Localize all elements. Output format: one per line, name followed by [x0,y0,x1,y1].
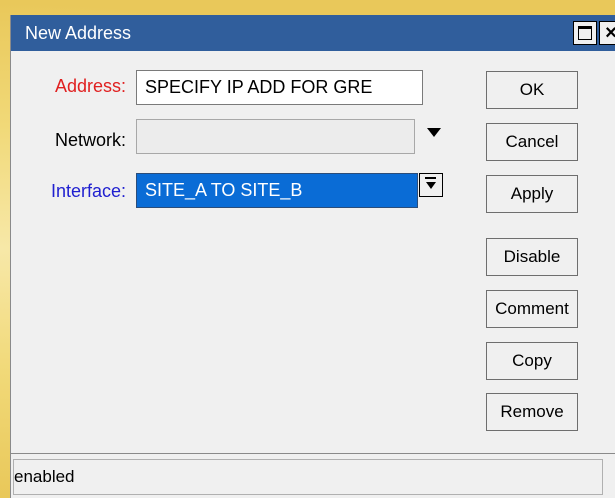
network-input[interactable] [136,119,415,154]
status-bar: enabled [11,453,615,498]
address-input[interactable]: SPECIFY IP ADD FOR GRE [136,70,423,105]
interface-select[interactable]: SITE_A TO SITE_B [136,173,418,208]
address-label: Address: [54,76,126,96]
ok-button[interactable]: OK [486,71,578,109]
close-icon[interactable]: × [599,21,615,45]
network-label: Network: [54,130,126,150]
cancel-button[interactable]: Cancel [486,123,578,161]
title-bar[interactable]: New Address × [11,15,615,51]
new-address-window: New Address × Address: SPECIFY IP ADD FO… [10,15,615,498]
copy-button[interactable]: Copy [486,342,578,380]
window-title: New Address [25,23,132,43]
network-dropdown-icon[interactable] [427,128,441,137]
comment-button[interactable]: Comment [486,290,578,328]
dropdown-arrow-icon [425,177,436,179]
apply-button[interactable]: Apply [486,175,578,213]
interface-dropdown-button[interactable] [419,173,443,197]
remove-button[interactable]: Remove [486,393,578,431]
status-text: enabled [13,459,603,495]
maximize-icon[interactable] [573,21,597,45]
disable-button[interactable]: Disable [486,238,578,276]
interface-label: Interface: [50,181,126,201]
